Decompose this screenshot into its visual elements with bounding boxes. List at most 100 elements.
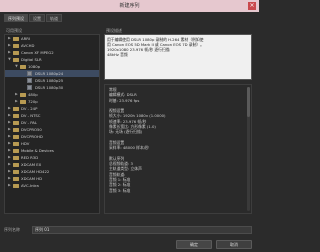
collapsed-triangle-icon[interactable]: ▶ [7,168,12,175]
folder-icon [13,148,19,153]
tree-item-label: DSLR 1080p25 [35,78,64,83]
tree-item-label: DSLR 1080p24 [35,71,64,76]
collapsed-triangle-icon[interactable]: ▶ [7,154,12,161]
close-icon[interactable]: × [248,2,256,10]
tree-item-label: Canon XF MPEG2 [21,50,54,55]
collapsed-triangle-icon[interactable]: ▶ [14,91,19,98]
tree-item-label: Mobile & Devices [21,148,54,153]
tree-item-label: ARRI [21,36,30,41]
details-line: 音频 3: 标准 [109,187,131,193]
tree-folder-item[interactable]: ▶ HDV [5,140,99,147]
tree-item-label: HDV [21,141,30,146]
tree-item-label: XDCAM EX [21,162,42,167]
folder-icon [13,141,19,146]
sequence-name-row: 序列名称 序列 01 [4,226,252,234]
details-scrollbar-thumb[interactable] [247,87,250,117]
tree-folder-item[interactable]: ▶ DV - 24P [5,105,99,112]
folder-icon [13,120,19,125]
tab-sequence-presets[interactable]: 序列预设 [4,14,28,22]
description-line: 48kHz 音频 [107,52,128,57]
folder-icon [13,134,19,139]
tree-folder-item[interactable]: ▶ Canon XF MPEG2 [5,49,99,56]
folder-icon [13,43,19,48]
folder-icon [13,36,19,41]
tree-folder-item[interactable]: ▶ XDCAM EX [5,161,99,168]
folder-icon [13,50,19,55]
tree-folder-item[interactable]: ▶ XDCAM HD [5,175,99,182]
preset-file-icon [27,71,32,76]
tree-item-label: 1080p [28,64,41,69]
tree-item-label: Digital SLR [21,57,42,62]
collapsed-triangle-icon[interactable]: ▶ [7,119,12,126]
collapsed-triangle-icon[interactable]: ▶ [7,105,12,112]
tree-item-label: DV - 24P [21,106,38,111]
collapsed-triangle-icon[interactable]: ▶ [7,147,12,154]
tree-folder-item[interactable]: ▶ AVC-Intra [5,182,99,189]
folder-icon [13,162,19,167]
folder-icon [20,99,26,104]
preset-file-icon [27,85,32,90]
tree-item-label: AVCHD [21,43,35,48]
folder-icon [13,127,19,132]
collapsed-triangle-icon[interactable]: ▶ [7,133,12,140]
tree-preset-item[interactable]: DSLR 1080p24 [5,70,99,77]
details-scrollbar[interactable] [247,87,250,211]
cancel-button[interactable]: 取消 [216,240,252,249]
tree-item-label: XDCAM HD [21,176,43,181]
folder-icon [13,169,19,174]
folder-icon [13,176,19,181]
expanded-triangle-icon[interactable]: ▼ [7,56,12,63]
tree-folder-item[interactable]: ▼ Digital SLR [5,56,99,63]
folder-icon [13,106,19,111]
tree-preset-item[interactable]: DSLR 1080p30 [5,84,99,91]
collapsed-triangle-icon[interactable]: ▶ [7,175,12,182]
preset-description-box: 用于编辑使用 DSLR 1080p 录制的 H.264 素材（例如使用 Cano… [104,34,252,80]
tree-folder-item[interactable]: ▶ DVCPROHD [5,133,99,140]
folder-icon [13,155,19,160]
collapsed-triangle-icon[interactable]: ▶ [7,182,12,189]
ok-button[interactable]: 确定 [176,240,212,249]
tree-item-label: 720p [28,99,38,104]
tree-folder-item[interactable]: ▶ 480p [5,91,99,98]
tree-folder-item[interactable]: ▶ Mobile & Devices [5,147,99,154]
tree-item-label: XDCAM HD422 [21,169,50,174]
tree-folder-item[interactable]: ▶ ARRI [5,35,99,42]
tree-item-label: DSLR 1080p30 [35,85,64,90]
presets-tree[interactable]: ▶ ARRI ▶ AVCHD ▶ Canon XF MPEG2 ▼ Digital SLR ▼ 1… [4,34,100,214]
sequence-name-label: 序列名称 [4,227,20,232]
sequence-name-input[interactable]: 序列 01 [32,226,252,234]
tree-item-label: DVCPRO50 [21,127,42,132]
tab-tracks[interactable]: 轨道 [46,14,62,22]
preset-file-icon [27,78,32,83]
tab-settings[interactable]: 设置 [29,14,45,22]
collapsed-triangle-icon[interactable]: ▶ [7,126,12,133]
tree-folder-item[interactable]: ▶ AVCHD [5,42,99,49]
tree-folder-item[interactable]: ▶ 720p [5,98,99,105]
collapsed-triangle-icon[interactable]: ▶ [7,112,12,119]
folder-icon [20,64,26,69]
folder-icon [13,113,19,118]
tab-bar: 序列预设 设置 轨道 [4,14,62,22]
collapsed-triangle-icon[interactable]: ▶ [7,140,12,147]
folder-icon [20,92,26,97]
tree-folder-item[interactable]: ▶ DV - PAL [5,119,99,126]
tree-item-label: DV - NTSC [21,113,41,118]
expanded-triangle-icon[interactable]: ▼ [14,63,19,70]
collapsed-triangle-icon[interactable]: ▶ [7,42,12,49]
tree-item-label: DV - PAL [21,120,37,125]
tree-folder-item[interactable]: ▶ XDCAM HD422 [5,168,99,175]
window-title: 新建序列 [119,3,140,9]
tree-item-label: AVC-Intra [21,183,39,188]
folder-icon [13,57,19,62]
collapsed-triangle-icon[interactable]: ▶ [7,161,12,168]
folder-icon [13,183,19,188]
tree-item-label: RED R3D [21,155,39,160]
tree-preset-item[interactable]: DSLR 1080p25 [5,77,99,84]
tree-folder-item[interactable]: ▶ DV - NTSC [5,112,99,119]
collapsed-triangle-icon[interactable]: ▶ [7,35,12,42]
tree-folder-item[interactable]: ▶ DVCPRO50 [5,126,99,133]
tree-folder-item[interactable]: ▶ RED R3D [5,154,99,161]
collapsed-triangle-icon[interactable]: ▶ [7,49,12,56]
collapsed-triangle-icon[interactable]: ▶ [14,98,19,105]
tree-folder-item[interactable]: ▼ 1080p [5,63,99,70]
